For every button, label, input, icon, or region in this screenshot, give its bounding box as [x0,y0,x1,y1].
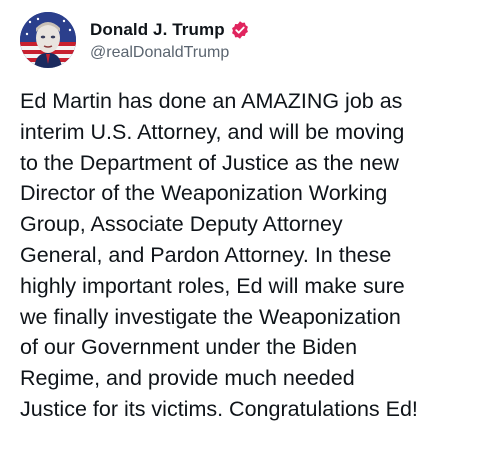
post-card: Donald J. Trump @realDonaldTrump Ed Mart… [0,0,500,476]
user-handle[interactable]: @realDonaldTrump [90,44,250,62]
display-name[interactable]: Donald J. Trump [90,20,225,40]
avatar[interactable] [20,12,76,68]
name-row: Donald J. Trump [90,18,250,42]
post-header: Donald J. Trump @realDonaldTrump [20,10,250,70]
author-info: Donald J. Trump @realDonaldTrump [90,18,250,62]
post-text: Ed Martin has done an AMAZING job as int… [20,89,418,421]
verified-badge-icon [230,20,250,40]
avatar-image [20,12,76,68]
